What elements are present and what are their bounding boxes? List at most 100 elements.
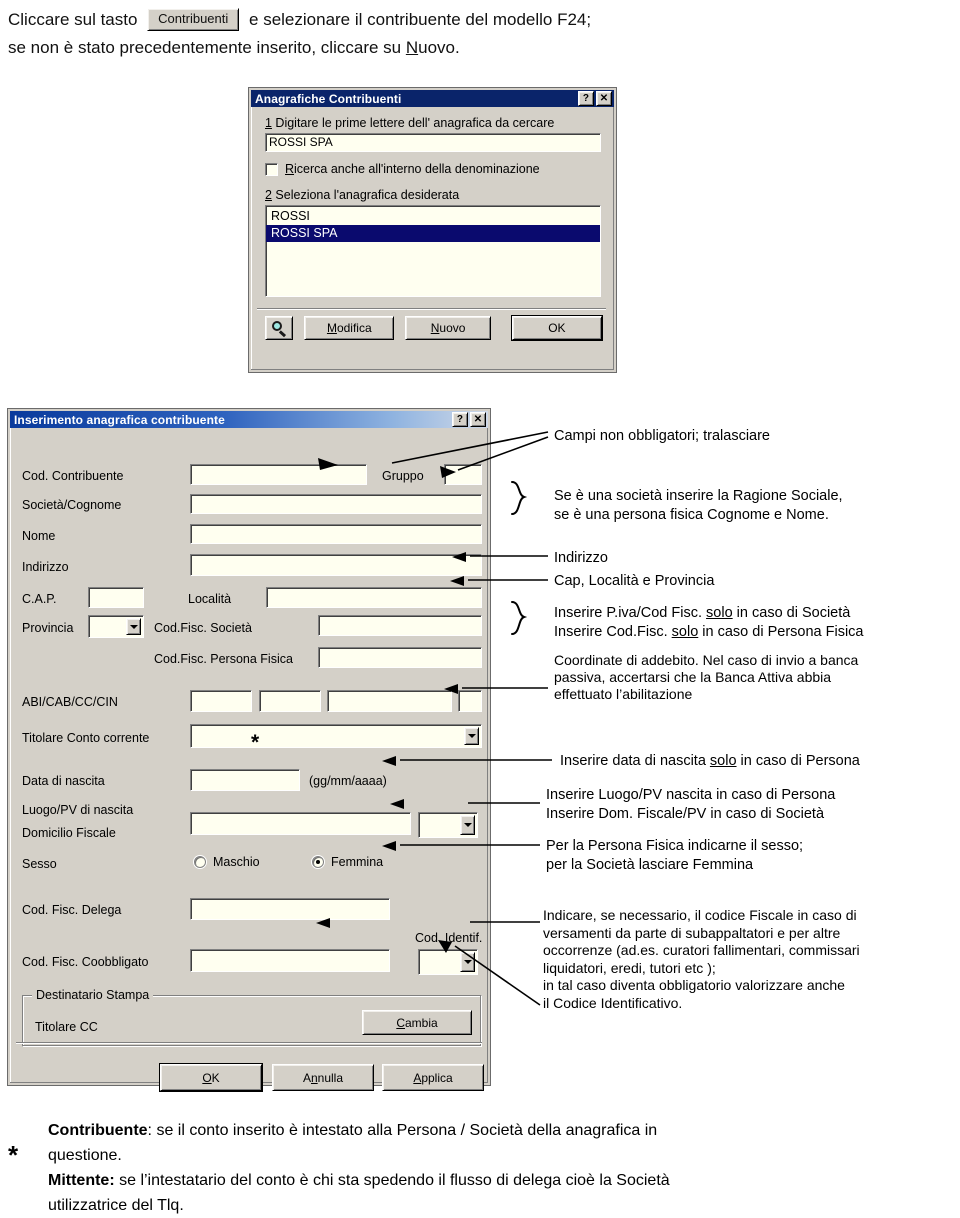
data-nascita-input[interactable]: [190, 769, 300, 791]
list-item[interactable]: ROSSI: [266, 208, 600, 225]
abi-input[interactable]: [190, 690, 252, 712]
localita-label: Località: [188, 592, 232, 606]
annotation-piva-l2: Inserire Cod.Fisc. solo in caso di Perso…: [554, 623, 863, 642]
cf-societa-input[interactable]: [318, 615, 482, 636]
intro-line2-key: N: [405, 38, 419, 57]
chevron-down-icon[interactable]: [126, 618, 141, 635]
annotation-cap-localita-provincia: Cap, Località e Provincia: [554, 573, 715, 589]
destinatario-stampa-label: Destinatario Stampa: [32, 988, 154, 1002]
maschio-label: Maschio: [213, 855, 260, 869]
annotation-luogo-l1: Inserire Luogo/PV nascita in caso di Per…: [546, 787, 836, 803]
ok-button[interactable]: OK: [510, 315, 603, 341]
annotation-campi-non-obbligatori: Campi non obbligatori; tralasciare: [554, 428, 770, 444]
cap-label: C.A.P.: [22, 592, 57, 606]
contribuenti-button[interactable]: Contribuenti: [147, 8, 240, 32]
radio-maschio-icon[interactable]: [194, 856, 206, 868]
luogo-domicilio-input[interactable]: [190, 812, 411, 835]
luogo-pv-label: Luogo/PV di nascita: [22, 803, 134, 817]
footnote-contribuente-rest: : se il conto inserito è intestato alla …: [147, 1122, 658, 1139]
a7-post: in caso di Persona: [736, 753, 860, 769]
indirizzo-input[interactable]: [190, 554, 482, 576]
cf-delega-input[interactable]: [190, 898, 390, 920]
ricerca-interno-checkbox[interactable]: [265, 162, 278, 176]
search-input[interactable]: ROSSI SPA: [265, 133, 601, 152]
annotation-cf-l4: liquidatori, eredi, tutori etc );: [543, 959, 716, 976]
sesso-label: Sesso: [22, 857, 57, 871]
chevron-down-icon[interactable]: [460, 815, 475, 835]
societa-cognome-input[interactable]: [190, 494, 482, 514]
cf-coobbligato-label: Cod. Fisc. Coobbligato: [22, 955, 149, 969]
help-icon[interactable]: ?: [452, 412, 468, 427]
annulla-button[interactable]: An nulla: [272, 1064, 374, 1091]
cf-coobbligato-input[interactable]: [190, 949, 390, 972]
chevron-down-icon[interactable]: [464, 727, 479, 745]
step2-number: 2: [265, 188, 272, 202]
inserimento-anagrafica-dialog: Inserimento anagrafica contribuente ? ✕ …: [7, 408, 491, 1092]
cf-delega-label: Cod. Fisc. Delega: [22, 903, 122, 917]
dialog1-title: Anagrafiche Contribuenti: [255, 91, 402, 106]
annotation-sesso-l1: Per la Persona Fisica indicarne il sesso…: [546, 838, 804, 854]
anagrafica-listbox[interactable]: ROSSI ROSSI SPA: [265, 205, 601, 297]
gruppo-input[interactable]: [444, 464, 482, 485]
titolare-cc-select[interactable]: *: [190, 724, 482, 754]
ok-rest: K: [211, 1070, 220, 1085]
annotation-piva-l1: Inserire P.iva/Cod Fisc. solo in caso di…: [554, 604, 863, 623]
nome-label: Nome: [22, 529, 56, 543]
intro-line2-a: se non è stato precedentemente inserito,…: [8, 38, 406, 57]
cf-persona-fisica-label: Cod.Fisc. Persona Fisica: [154, 652, 293, 666]
cc-input[interactable]: [327, 690, 452, 712]
pv-select[interactable]: [418, 812, 478, 838]
cod-contribuente-input[interactable]: [190, 464, 367, 485]
modifica-key: M: [326, 321, 337, 335]
sesso-femmina-option[interactable]: Femmina: [312, 855, 383, 869]
provincia-select[interactable]: [88, 615, 144, 638]
a5-l1-post: in caso di Società: [732, 605, 851, 621]
nuovo-button[interactable]: Nuovo: [405, 316, 491, 340]
nome-input[interactable]: [190, 524, 482, 544]
footnote-line1: Contribuente: se il conto inserito è int…: [48, 1118, 948, 1143]
sesso-maschio-option[interactable]: Maschio: [194, 855, 260, 869]
localita-input[interactable]: [266, 587, 482, 608]
chevron-down-icon[interactable]: [460, 952, 475, 972]
radio-femmina-icon[interactable]: [312, 856, 324, 868]
cod-identif-select[interactable]: [418, 949, 478, 975]
gruppo-label: Gruppo: [382, 469, 424, 483]
dialog2-separator: [16, 1042, 482, 1044]
cambia-button[interactable]: Cambia: [362, 1010, 472, 1035]
intro-line1-pre: Cliccare sul tasto: [8, 10, 138, 29]
close-icon[interactable]: ✕: [596, 91, 612, 106]
intro-line2-b: uovo.: [418, 38, 460, 57]
search-button[interactable]: [265, 316, 294, 340]
annotation-cf-l1: Indicare, se necessario, il codice Fisca…: [543, 907, 857, 923]
annotation-coord-l2: passiva, accertarsi che la Banca Attiva …: [554, 669, 832, 685]
anagrafiche-contribuenti-dialog: Anagrafiche Contribuenti ? ✕ 1 Digitare …: [248, 87, 617, 373]
dialog2-title: Inserimento anagrafica contribuente: [14, 412, 225, 427]
help-icon[interactable]: ?: [578, 91, 594, 106]
a5-l2-solo: solo: [671, 624, 699, 640]
data-nascita-label: Data di nascita: [22, 774, 105, 788]
destinatario-stampa-group: Destinatario Stampa Titolare CC Cambia: [22, 988, 482, 1047]
close-icon[interactable]: ✕: [470, 412, 486, 427]
applica-button[interactable]: Applica: [382, 1064, 484, 1091]
cab-input[interactable]: [259, 690, 321, 712]
a5-l2-pre: Inserire Cod.Fisc.: [554, 624, 672, 640]
list-item[interactable]: ROSSI SPA: [266, 225, 600, 242]
dialog2-titlebar[interactable]: Inserimento anagrafica contribuente ? ✕: [10, 411, 488, 428]
nuovo-rest: uovo: [439, 321, 466, 335]
modifica-button[interactable]: Modifica: [304, 316, 395, 340]
cf-persona-fisica-input[interactable]: [318, 647, 482, 668]
intro-line2: se non è stato precedentemente inserito,…: [8, 34, 908, 62]
annotation-sesso: Per la Persona Fisica indicarne il sesso…: [546, 837, 803, 875]
dialog1-titlebar[interactable]: Anagrafiche Contribuenti ? ✕: [251, 90, 614, 107]
intro-line1-post: e selezionare il contribuente del modell…: [249, 10, 592, 29]
modifica-rest: odifica: [336, 321, 372, 335]
cap-input[interactable]: [88, 587, 144, 608]
footnote-mittente-rest: se l’intestatario del conto è chi sta sp…: [114, 1172, 670, 1189]
cod-identif-label: Cod. Identif.: [415, 931, 483, 945]
cin-input[interactable]: [458, 690, 482, 712]
ricerca-interno-row[interactable]: Ricerca anche all'interno della denomina…: [265, 162, 540, 176]
ok-button[interactable]: OK: [159, 1063, 263, 1092]
annotation-ragione-sociale-l1: Se è una società inserire la Ragione Soc…: [554, 488, 843, 504]
a7-solo: solo: [709, 753, 737, 769]
titolare-cc-value: *: [251, 731, 260, 754]
